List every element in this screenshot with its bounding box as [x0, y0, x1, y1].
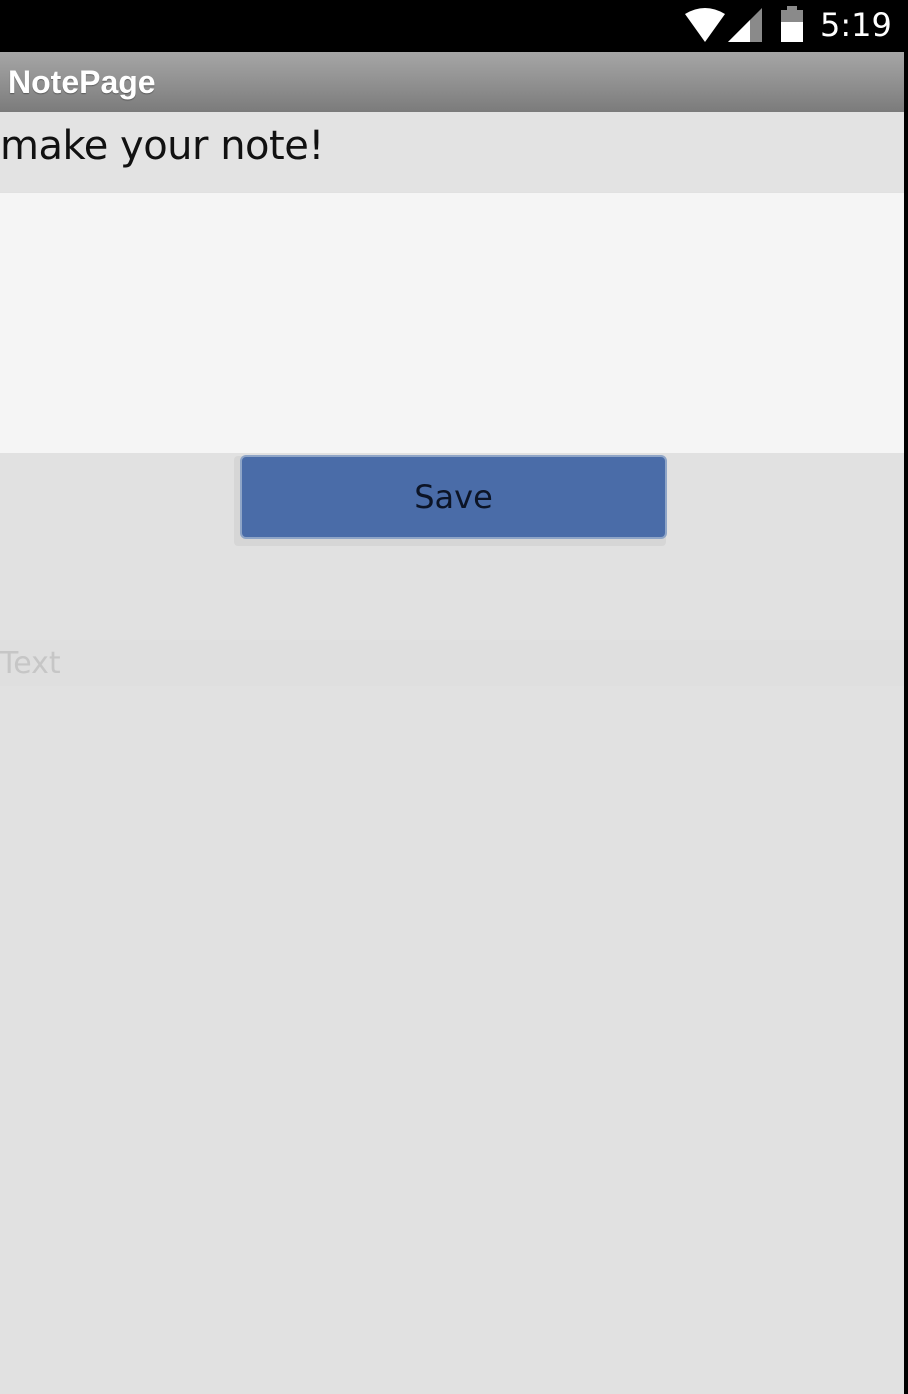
note-prompt: make your note! [0, 112, 908, 192]
wifi-icon [685, 8, 725, 42]
note-prompt-label: make your note! [0, 123, 324, 169]
text-output-label: Text [0, 646, 61, 681]
status-clock: 5:19 [820, 6, 892, 44]
note-input[interactable] [0, 193, 904, 453]
signal-icon [728, 8, 762, 42]
app-title-bar: NotePage [0, 52, 908, 112]
status-bar: 5:19 [0, 0, 908, 52]
text-output-field: Text [0, 640, 904, 686]
notepage-screen: 5:19 NotePage make your note! Save Text [0, 0, 908, 1394]
battery-icon [781, 6, 803, 42]
screen-edge-divider [904, 52, 908, 1394]
app-title: NotePage [8, 64, 156, 100]
save-button[interactable]: Save [240, 455, 667, 539]
